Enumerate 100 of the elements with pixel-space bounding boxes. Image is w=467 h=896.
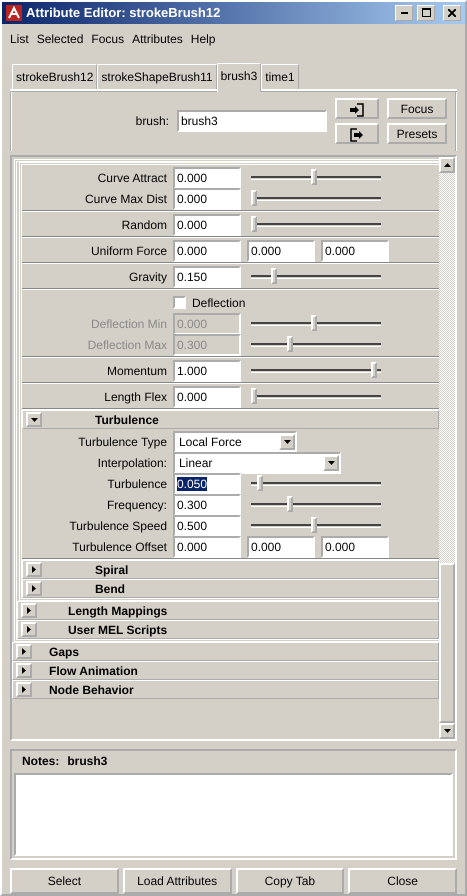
slider-thumb[interactable] <box>271 268 278 284</box>
minimize-button[interactable] <box>395 4 413 21</box>
scrollbar[interactable] <box>439 157 455 740</box>
value-field[interactable]: 0.000 <box>247 240 315 262</box>
attribute-label: Turbulence Offset <box>71 538 167 556</box>
value-field[interactable]: 0.000 <box>173 386 241 408</box>
value-field[interactable]: 0.000 <box>321 240 389 262</box>
node-button[interactable]: Focus <box>387 98 447 120</box>
expand-arrow-icon <box>32 585 36 592</box>
section-title: Flow Animation <box>49 662 138 680</box>
expand-arrow-icon <box>32 566 36 574</box>
section-title: Node Behavior <box>49 682 134 699</box>
checkbox-label: Deflection <box>192 294 246 312</box>
expand-arrow-icon <box>27 626 31 634</box>
caret-icon <box>284 440 290 444</box>
tab[interactable]: brush3 <box>216 62 262 92</box>
expand-arrow-icon <box>22 648 26 656</box>
value-field[interactable]: 0.000 <box>173 188 241 210</box>
section-header[interactable]: User MEL Scripts <box>17 620 439 640</box>
attribute-label: Deflection Max <box>86 336 167 354</box>
section-title: Length Mappings <box>68 602 168 620</box>
dropdown[interactable]: Linear <box>173 452 341 474</box>
slider-thumb[interactable] <box>257 474 263 491</box>
attribute-label: Turbulence <box>106 476 167 493</box>
attribute-label: Random <box>120 216 167 234</box>
menu-item[interactable]: Focus <box>87 28 128 50</box>
section-header[interactable]: Spiral <box>22 560 439 580</box>
dialog-button[interactable]: Close <box>348 868 457 894</box>
dialog-button[interactable]: Select <box>10 868 119 894</box>
value-field[interactable]: 1.000 <box>173 360 241 382</box>
attribute-label: Frequency: <box>106 496 167 514</box>
notes-node-name: brush3 <box>67 753 108 770</box>
section-header[interactable]: Length Mappings <box>17 601 439 620</box>
attribute-label: Curve Attract <box>96 170 167 187</box>
value-field[interactable]: 0.300 <box>173 494 241 516</box>
slider-thumb[interactable] <box>311 516 317 533</box>
tab[interactable]: strokeShapeBrush11 <box>97 64 217 89</box>
attribute-label: Length Flex <box>103 388 167 406</box>
slider-thumb[interactable] <box>251 216 257 232</box>
value-field[interactable]: 0.000 <box>321 536 389 558</box>
expand-arrow-icon <box>22 667 26 674</box>
expand-arrow-icon <box>27 607 31 614</box>
close-icon <box>448 8 456 17</box>
attribute-label: Turbulence Type <box>77 434 167 451</box>
notes-text-area[interactable] <box>14 773 453 856</box>
checkbox[interactable] <box>173 296 186 310</box>
menu-item[interactable]: List <box>6 28 33 50</box>
slider-thumb[interactable] <box>287 496 293 512</box>
caret-icon <box>328 460 334 465</box>
tab[interactable]: time1 <box>261 64 299 89</box>
node-label: brush: <box>136 113 169 130</box>
section-title: Turbulence <box>95 412 159 429</box>
section-header[interactable]: Node Behavior <box>12 680 439 700</box>
notes-label: Notes: <box>22 753 60 770</box>
slider-thumb[interactable] <box>251 190 257 206</box>
minimize-icon <box>400 12 408 14</box>
value-field[interactable]: 0.000 <box>173 240 241 262</box>
output-arrow-icon-button[interactable] <box>335 123 379 144</box>
node-button[interactable]: Presets <box>387 123 447 144</box>
attribute-label: Uniform Force <box>90 242 167 260</box>
maximize-button[interactable] <box>417 4 435 21</box>
section-header[interactable]: Flow Animation <box>12 661 439 680</box>
attribute-label: Curve Max Dist <box>84 190 167 208</box>
dropdown[interactable]: Local Force <box>173 430 297 453</box>
section-header[interactable]: Gaps <box>12 642 439 662</box>
collapse-arrow-icon <box>30 418 38 422</box>
maximize-icon <box>422 8 430 18</box>
attribute-label: Gravity <box>128 268 167 286</box>
section-title: Bend <box>95 580 125 598</box>
slider-thumb[interactable] <box>371 362 377 378</box>
section-title: Spiral <box>95 562 128 579</box>
value-field[interactable]: 0.150 <box>173 266 241 288</box>
expand-arrow-icon <box>22 686 26 694</box>
menu-item[interactable]: Help <box>186 28 220 50</box>
section-title: Gaps <box>49 644 80 661</box>
attribute-label: Turbulence Speed <box>68 518 167 535</box>
value-field[interactable]: 0.000 <box>173 166 241 189</box>
scroll-down-icon <box>444 729 450 734</box>
value-field[interactable]: 0.000 <box>247 536 315 558</box>
section-header[interactable]: Bend <box>22 579 439 598</box>
slider-thumb[interactable] <box>311 168 317 185</box>
app-icon <box>6 4 22 21</box>
dialog-button[interactable]: Copy Tab <box>236 868 344 894</box>
menu-item[interactable]: Selected <box>32 28 88 50</box>
value-field[interactable]: 0.000 <box>173 214 241 236</box>
section-title: User MEL Scripts <box>68 622 168 639</box>
menu-item[interactable]: Attributes <box>128 28 187 50</box>
attribute-label: Interpolation: <box>96 454 167 472</box>
select-node-button[interactable] <box>335 98 379 120</box>
close-button[interactable] <box>443 4 461 21</box>
value-field[interactable]: 0.000 <box>173 536 241 558</box>
node-name-field[interactable]: brush3 <box>177 110 327 132</box>
slider-thumb[interactable] <box>251 388 257 404</box>
value-field[interactable]: 0.050 <box>173 472 241 495</box>
attribute-label: Deflection Min <box>90 316 167 333</box>
tab[interactable]: strokeBrush12 <box>12 64 98 89</box>
value-field[interactable]: 0.500 <box>173 514 241 537</box>
dialog-button[interactable]: Load Attributes <box>122 868 232 894</box>
output-arrow-icon <box>350 128 364 142</box>
section-header[interactable]: Turbulence <box>22 410 439 430</box>
